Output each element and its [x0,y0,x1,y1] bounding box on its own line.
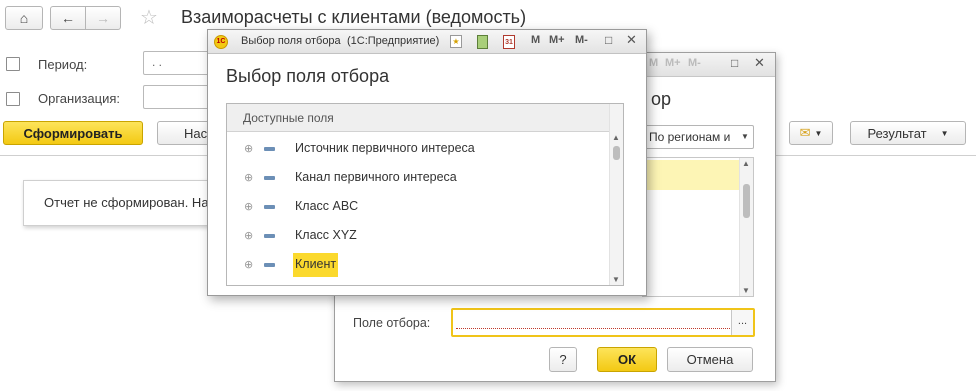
envelope-icon: ✉ [799,125,811,140]
calculator-icon[interactable] [477,35,488,49]
scroll-up-icon[interactable]: ▲ [612,133,620,142]
maximize-icon[interactable]: □ [605,33,612,47]
memory-m-icon[interactable]: M [531,34,540,46]
home-icon: ⌂ [19,10,29,26]
scroll-thumb[interactable] [613,146,620,160]
grouping-dropdown[interactable]: По регионам и [642,125,754,149]
filter-list: ▲ ▼ [642,157,754,297]
tree-row-label: Клиент [293,253,339,277]
dialog-title-fragment: ор [651,89,672,109]
selected-row[interactable] [643,160,739,190]
field-icon [264,263,275,267]
memory-mminus-icon[interactable]: M- [575,34,588,46]
memory-mplus-icon[interactable]: M+ [549,34,565,46]
close-icon[interactable]: ✕ [754,55,765,71]
filter-field-label: Поле отбора: [353,316,431,330]
result-button[interactable]: Результат ▼ [850,121,966,145]
expand-icon[interactable]: ⊕ [244,171,253,184]
tree-row[interactable]: ⊕ Класс ABC [227,193,610,222]
period-label: Период: [38,57,88,72]
tree-row[interactable]: ⊕ Класс XYZ [227,222,610,251]
arrow-left-icon: ← [61,10,75,26]
tree-row[interactable]: ⊕ Канал первичного интереса [227,164,610,193]
expand-icon[interactable]: ⊕ [244,229,253,242]
scroll-up-icon[interactable]: ▲ [742,159,750,168]
tree-row-label: Класс XYZ [295,228,357,242]
close-icon[interactable]: ✕ [626,32,637,48]
tree-scrollbar[interactable]: ▲ ▼ [609,104,623,285]
memory-mplus-icon[interactable]: M+ [665,57,681,69]
help-button[interactable]: ? [549,347,577,372]
scroll-thumb[interactable] [743,184,750,218]
available-fields-tree: Доступные поля ⊕ Источник первичного инт… [226,103,624,286]
memory-m-icon[interactable]: M [649,57,658,69]
organization-checkbox[interactable] [6,92,20,106]
memory-mminus-icon[interactable]: M- [688,57,701,69]
send-email-button[interactable]: ✉ ▼ [789,121,833,145]
period-checkbox[interactable] [6,57,20,71]
tree-row[interactable]: ⊕ Источник первичного интереса [227,135,610,164]
field-icon [264,234,275,238]
app-logo-icon: 1С [214,35,228,49]
chevron-down-icon: ▼ [940,128,949,138]
field-icon [264,205,275,209]
dialog-heading: Выбор поля отбора [226,66,390,86]
tree-header: Доступные поля [227,104,610,132]
ok-button[interactable]: ОК [597,347,657,372]
tree-row-label: Источник первичного интереса [295,141,475,155]
scroll-down-icon[interactable]: ▼ [742,286,750,295]
field-icon [264,147,275,151]
filter-field-input[interactable]: ... [451,308,755,337]
favorite-star-icon[interactable]: ☆ [140,5,158,30]
list-scrollbar[interactable]: ▲ ▼ [739,158,753,296]
field-selection-dialog: 1С Выбор поля отбора (1С:Предприятие) ★ … [207,29,647,296]
expand-icon[interactable]: ⊕ [244,142,253,155]
dialog-header: 1С Выбор поля отбора (1С:Предприятие) ★ … [208,30,646,54]
forward-button[interactable]: → [85,6,121,30]
page-title: Взаиморасчеты с клиентами (ведомость) [181,7,527,27]
organization-label: Организация: [38,91,121,106]
chevron-down-icon: ▼ [814,128,823,138]
expand-icon[interactable]: ⊕ [244,200,253,213]
back-button[interactable]: ← [50,6,86,30]
tree-row-label: Класс ABC [295,199,359,213]
chevron-down-icon[interactable]: ▼ [741,132,749,141]
field-icon [264,176,275,180]
window-title: Выбор поля отбора [241,35,341,47]
expand-icon[interactable]: ⊕ [244,258,253,271]
calendar-icon[interactable]: 31 [503,35,515,49]
browse-button[interactable]: ... [731,310,753,335]
scroll-down-icon[interactable]: ▼ [612,275,620,284]
arrow-right-icon: → [96,10,110,26]
home-button[interactable]: ⌂ [5,6,43,30]
tree-row-selected[interactable]: ⊕ Клиент [227,251,610,280]
generate-button[interactable]: Сформировать [3,121,143,145]
maximize-icon[interactable]: □ [731,56,738,70]
app-name: (1С:Предприятие) [347,35,440,47]
tree-row-label: Канал первичного интереса [295,170,457,184]
cancel-button[interactable]: Отмена [667,347,753,372]
bookmark-icon[interactable]: ★ [450,35,462,48]
